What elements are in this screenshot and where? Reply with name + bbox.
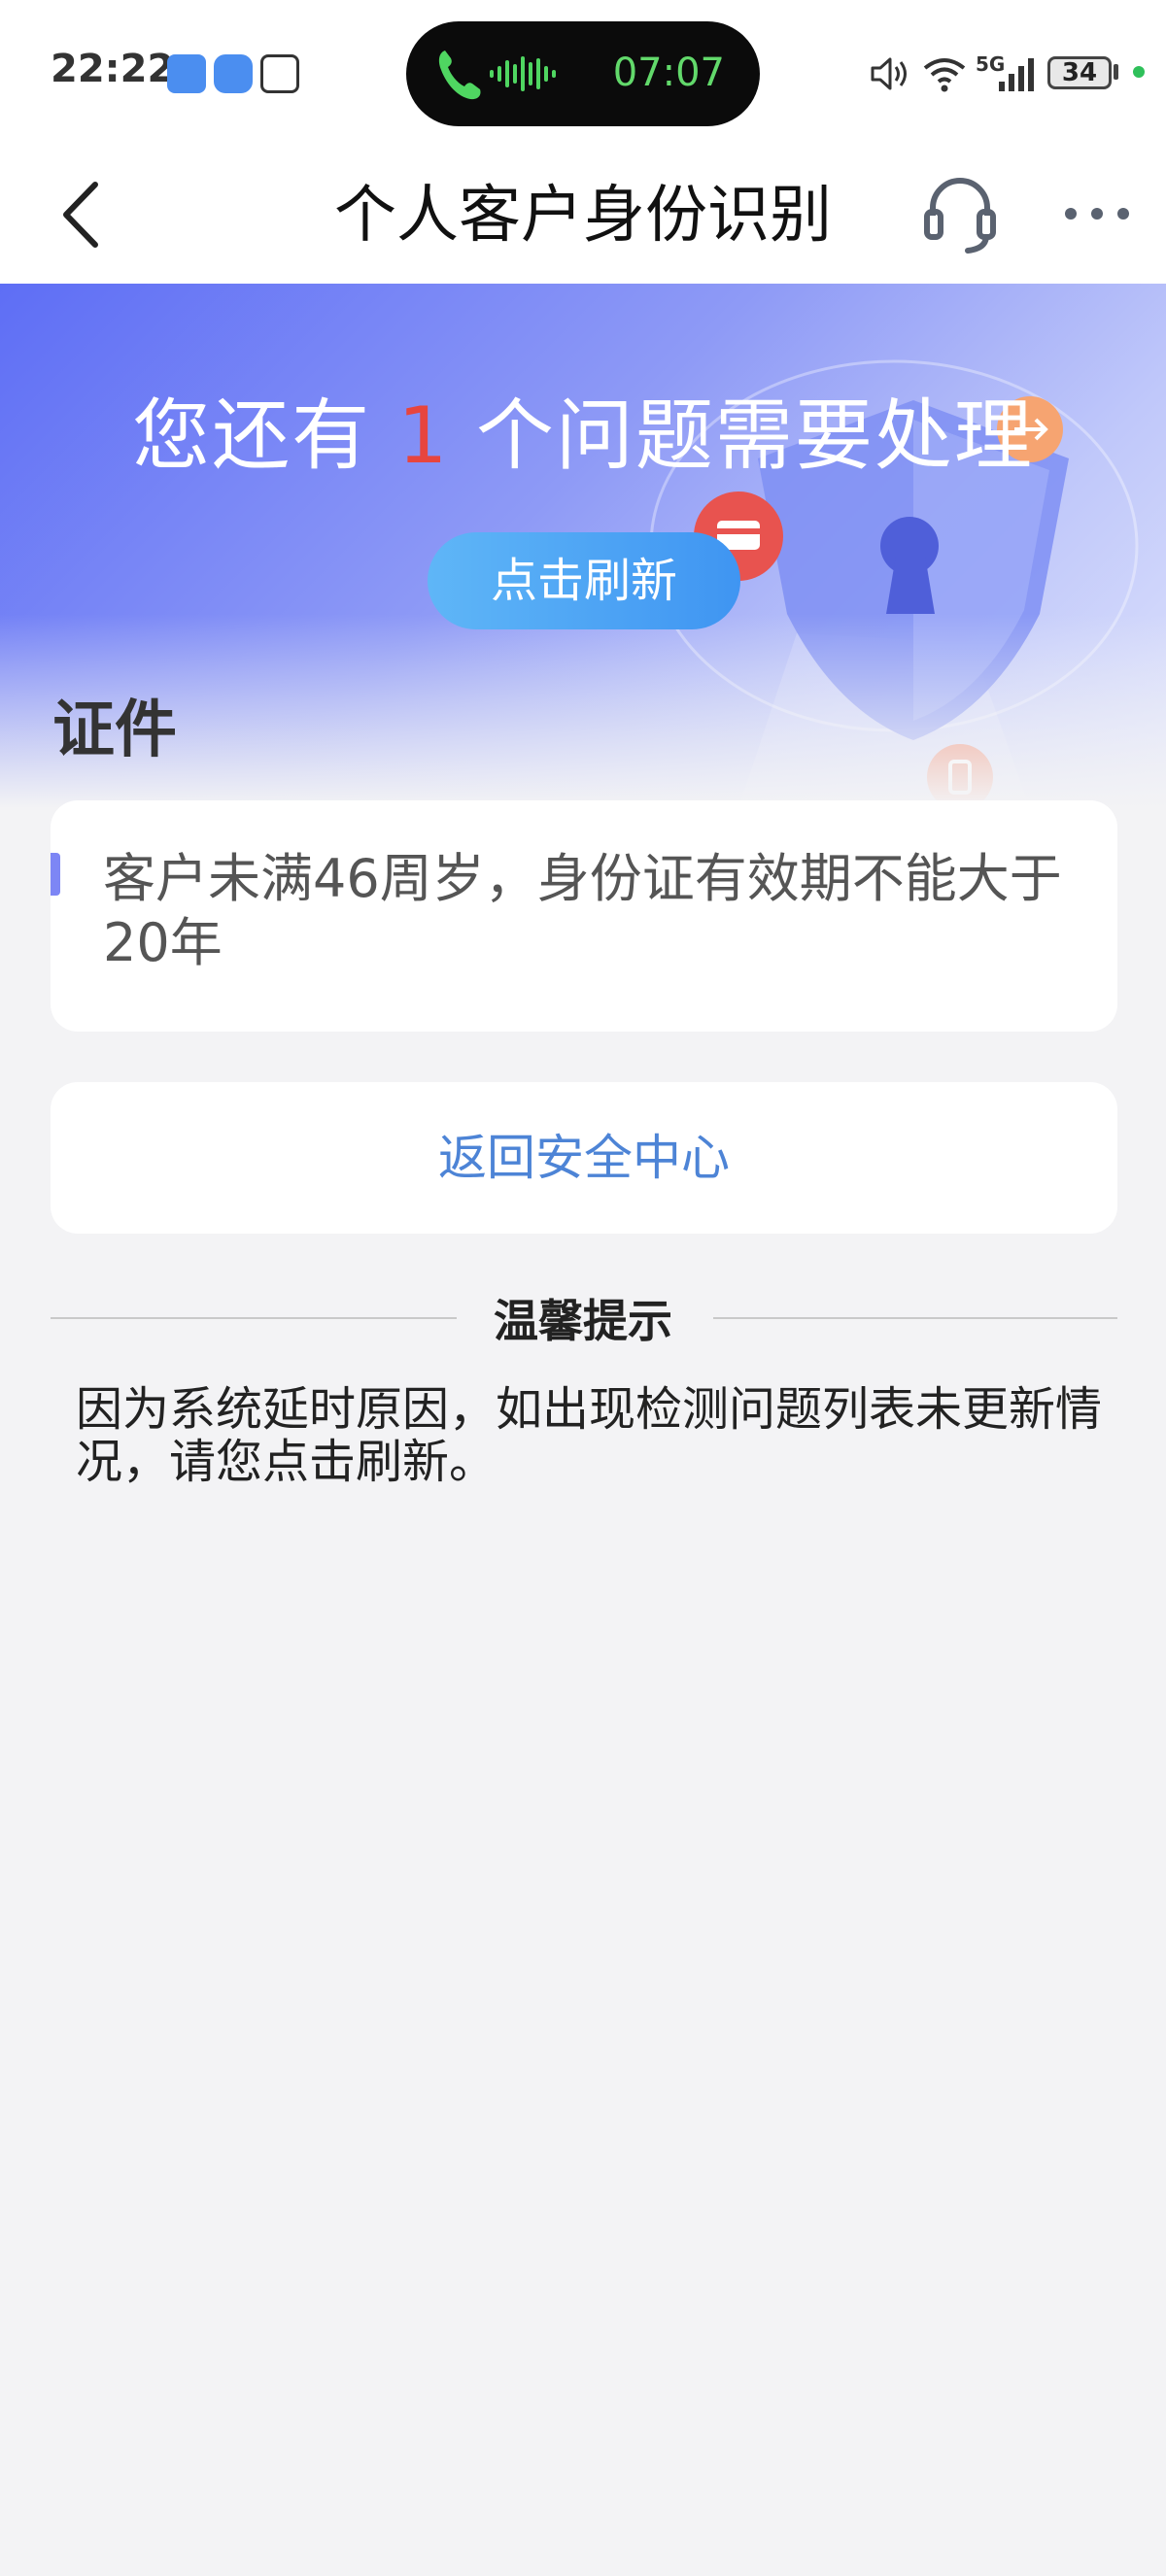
status-bar: 22:22 07:07 5G 34 [0,0,1166,146]
tips-text: 因为系统延时原因，如出现检测问题列表未更新情况，请您点击刷新。 [76,1382,1103,1489]
refresh-button[interactable]: 点击刷新 [428,532,740,629]
issue-accent-bar [51,853,60,896]
battery-indicator: 34 [1047,56,1112,89]
battery-tip [1114,64,1118,80]
audio-wave-icon [490,56,556,91]
status-time: 22:22 [51,47,175,91]
customer-service-headset-icon[interactable] [923,171,997,258]
phone-icon [438,51,481,100]
issue-count: 1 [397,390,450,481]
issue-message: 客户未满46周岁，身份证有效期不能大于20年 [103,848,1062,973]
privacy-indicator-dot [1133,66,1145,78]
app-notification-icon [167,54,206,93]
title-suffix: 个问题需要处理 [475,390,1034,481]
call-timer: 07:07 [612,51,725,95]
section-title-certificate: 证件 [52,695,177,766]
signal-icon [999,58,1034,91]
more-options-icon[interactable] [1063,206,1131,221]
call-pill[interactable]: 07:07 [406,21,760,126]
title-prefix: 您还有 [132,390,372,481]
back-card: 返回安全中心 [51,1082,1117,1234]
image-notification-icon [260,54,299,93]
issue-summary-title: 您还有 1 个问题需要处理 [0,373,1166,486]
back-to-security-center-button[interactable]: 返回安全中心 [51,1082,1117,1234]
hero-banner: 您还有 1 个问题需要处理 点击刷新 证件 [0,284,1166,808]
message-notification-icon [214,54,253,93]
nav-bar: 个人客户身份识别 [0,146,1166,284]
tips-title: 温馨提示 [494,1295,672,1347]
issue-card[interactable]: 客户未满46周岁，身份证有效期不能大于20年 [51,800,1117,1032]
wifi-icon [923,58,966,92]
volume-icon [871,57,907,90]
